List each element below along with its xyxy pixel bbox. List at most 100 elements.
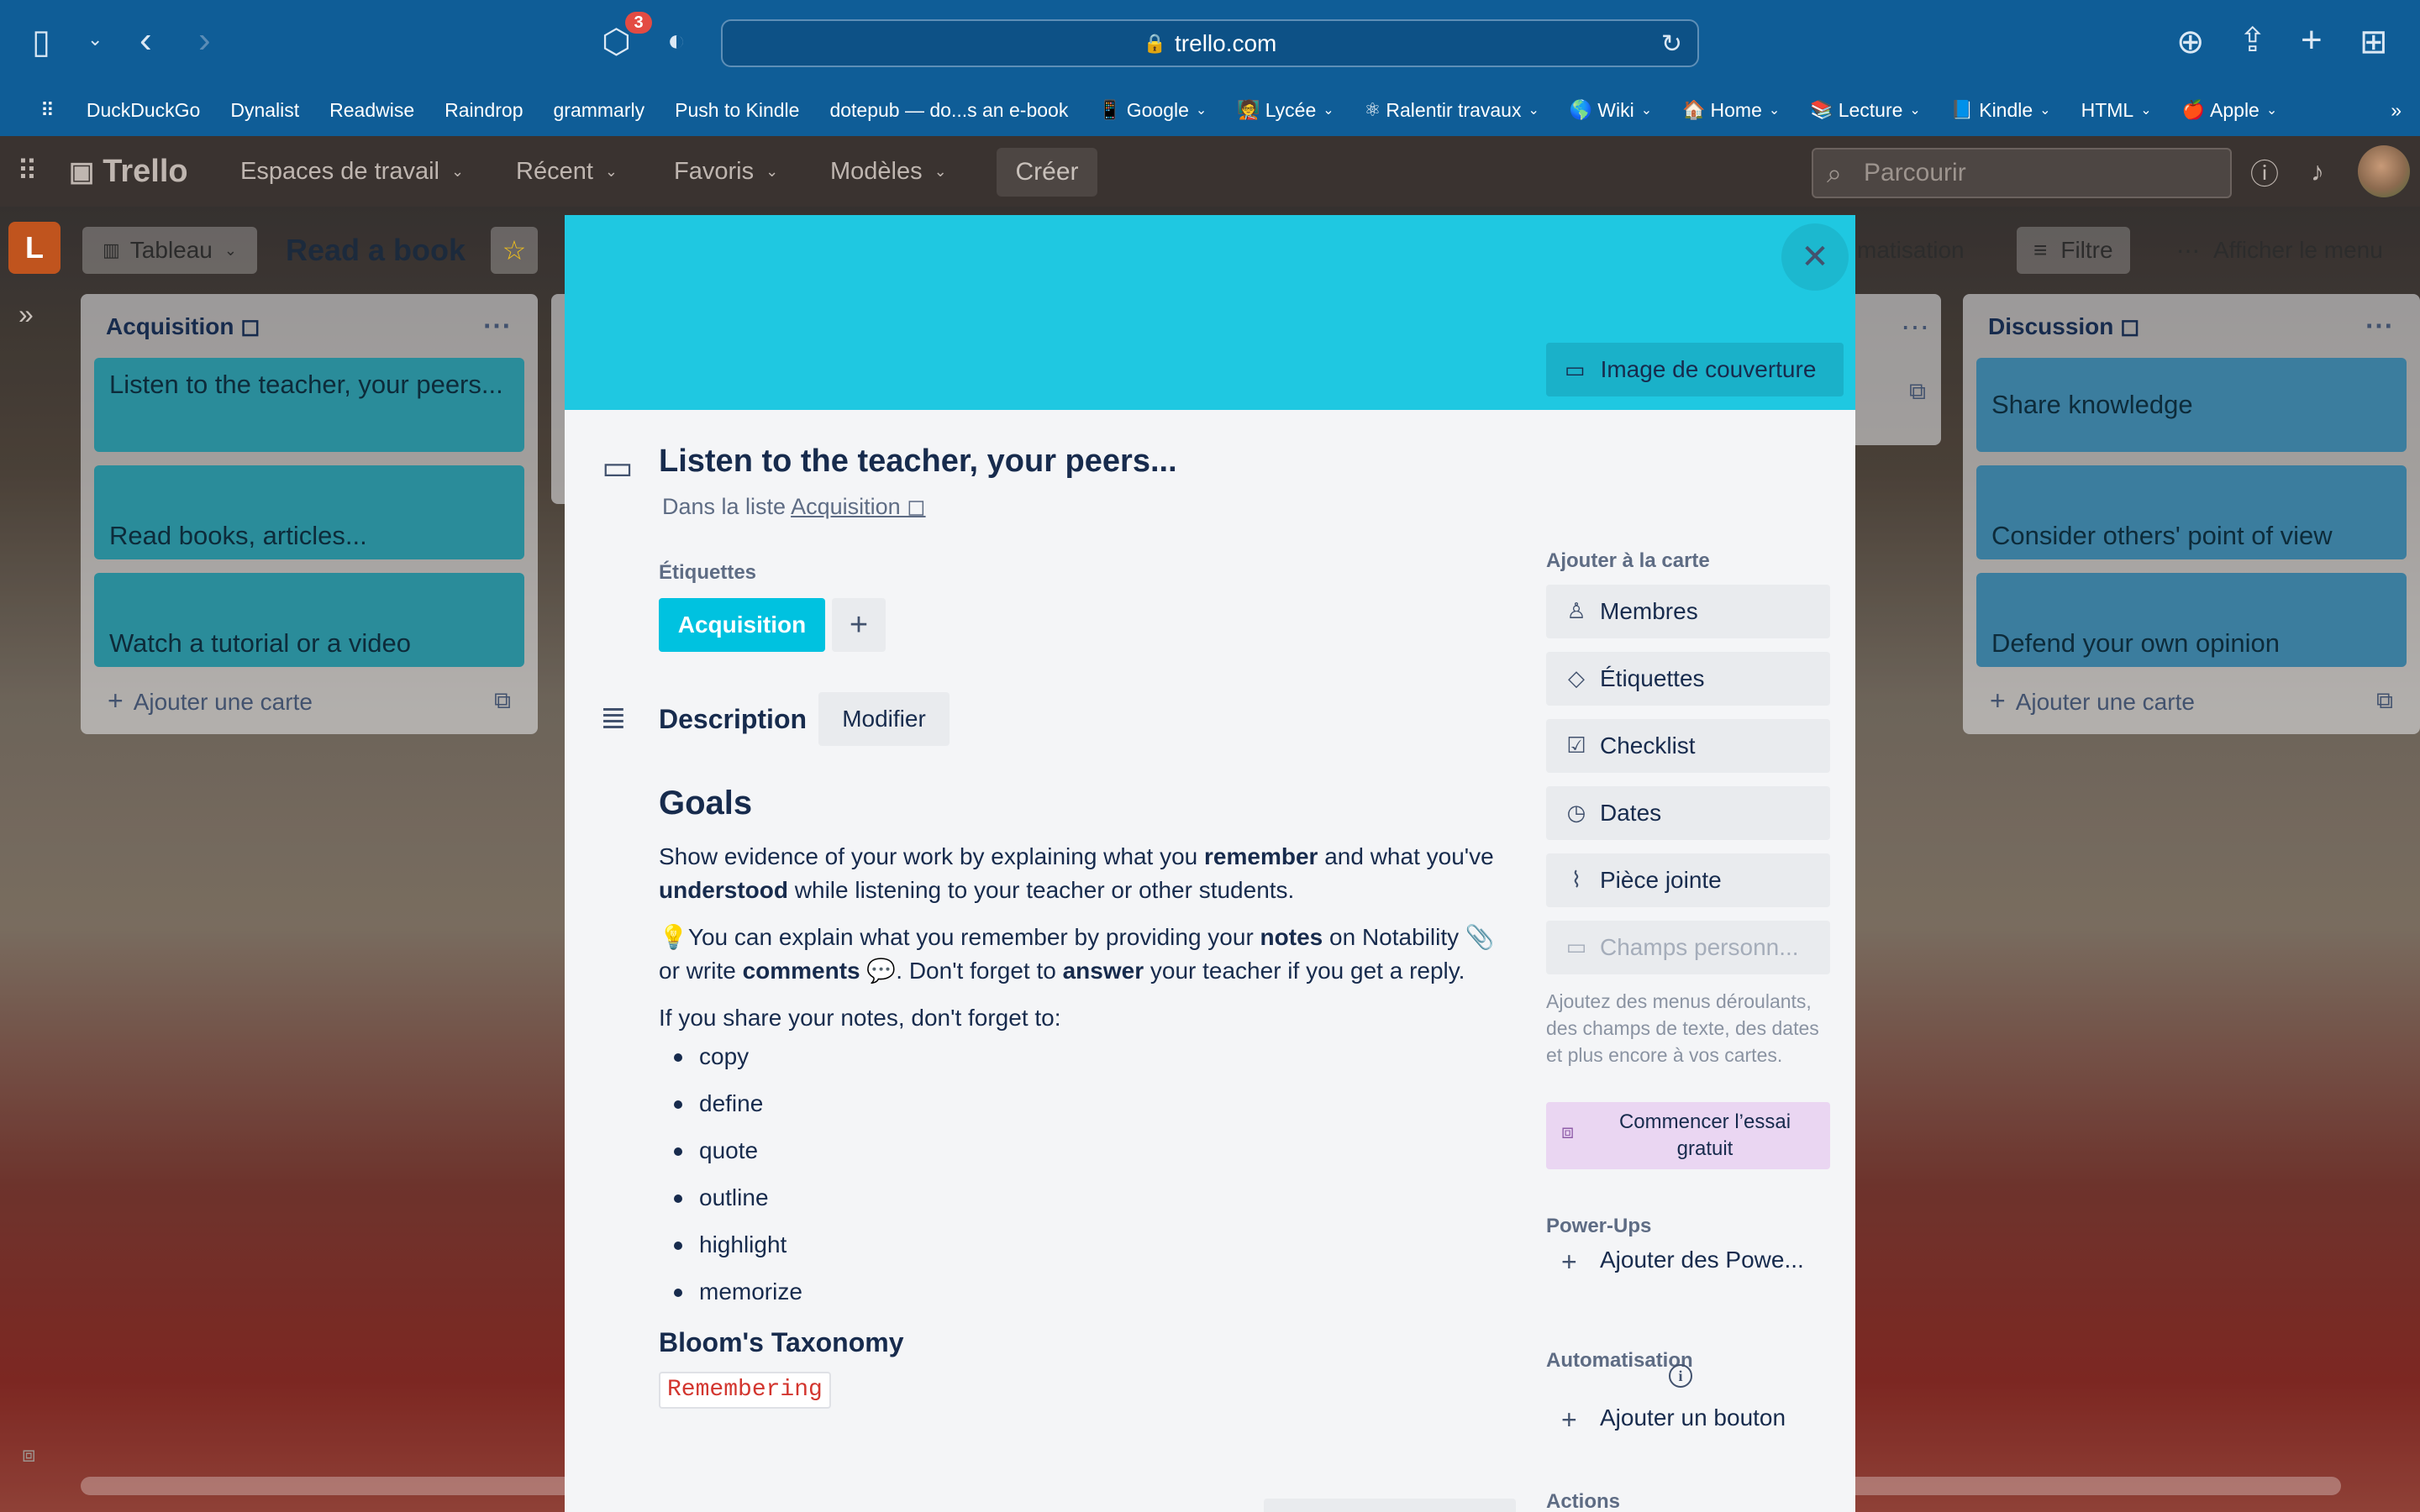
bookmark-folder-home[interactable]: 🏠 Home ⌄ xyxy=(1667,99,1795,122)
start-trial-button[interactable]: ⧈ Commencer l’essai gratuit xyxy=(1546,1102,1830,1169)
info-icon[interactable]: ⓘ xyxy=(2250,136,2279,207)
bookmark-folder-lecture[interactable]: 📚 Lecture ⌄ xyxy=(1795,99,1936,122)
cover-image-button[interactable]: ▭ Image de couverture xyxy=(1546,343,1844,396)
bookmark-readwise[interactable]: Readwise xyxy=(314,99,429,122)
description-body[interactable]: Goals Show evidence of your work by expl… xyxy=(659,783,1499,1409)
trello-logo[interactable]: ▣ Trello xyxy=(69,136,188,207)
more-bookmarks-icon[interactable]: » xyxy=(2375,99,2417,122)
card[interactable]: Read books, articles... xyxy=(94,465,524,559)
bell-icon[interactable]: ♪ xyxy=(2311,136,2324,207)
recent-menu[interactable]: Récent ⌄ xyxy=(516,136,618,207)
automation-label: matisation xyxy=(1857,237,1965,263)
card[interactable]: Share knowledge xyxy=(1976,358,2407,452)
bookmark-duckduckgo[interactable]: DuckDuckGo xyxy=(71,99,215,122)
downloads-icon[interactable]: ⊕ xyxy=(2176,25,2205,59)
briefcase-icon[interactable]: ⧈ xyxy=(22,1441,36,1468)
expand-sidebar-icon[interactable]: » xyxy=(18,299,34,330)
bookmark-folder-html[interactable]: HTML ⌄ xyxy=(2066,99,2167,122)
workspaces-label: Espaces de travail xyxy=(240,157,439,185)
chevron-down-icon[interactable]: ⌄ xyxy=(87,30,103,49)
add-powerups-button[interactable]: + Ajouter des Powe... xyxy=(1546,1235,1830,1285)
labels-button[interactable]: ◇ Étiquettes xyxy=(1546,652,1830,706)
add-card-button[interactable]: + Ajouter une carte ⧉ xyxy=(1976,667,2407,734)
bookmark-raindrop[interactable]: Raindrop xyxy=(429,99,538,122)
custom-fields-button[interactable]: ▭ Champs personn... xyxy=(1546,921,1830,974)
view-switcher[interactable]: ▥ Tableau ⌄ xyxy=(82,227,257,274)
card[interactable]: Watch a tutorial or a video xyxy=(94,573,524,667)
members-button[interactable]: ♙ Membres xyxy=(1546,585,1830,638)
avatar[interactable] xyxy=(2358,136,2410,207)
save-stub xyxy=(1264,1499,1516,1512)
back-icon[interactable]: ‹ xyxy=(139,22,152,59)
star-icon[interactable]: ☆ xyxy=(491,227,538,274)
card[interactable]: Listen to the teacher, your peers... xyxy=(94,358,524,452)
bookmark-folder-kindle[interactable]: 📘 Kindle ⌄ xyxy=(1936,99,2066,122)
template-icon[interactable]: ⧉ xyxy=(1909,378,1926,406)
template-icon[interactable]: ⧉ xyxy=(2376,687,2393,715)
template-icon[interactable]: ⧉ xyxy=(494,687,511,715)
sidebar-toggle-icon[interactable]: ▯ xyxy=(32,25,50,59)
bookmark-folder-apple[interactable]: 🍎 Apple ⌄ xyxy=(2167,99,2293,122)
bookmark-label: dotepub — do...s an e-book xyxy=(829,98,1069,121)
forward-icon: › xyxy=(198,19,211,60)
list-item: outline xyxy=(659,1179,1499,1226)
new-tab-icon[interactable]: + xyxy=(2301,22,2323,59)
list-partial-right: ⋯ ⧉ xyxy=(1849,294,1941,445)
close-icon[interactable]: ✕ xyxy=(1781,223,1849,291)
edit-description-button[interactable]: Modifier xyxy=(818,692,950,746)
board-title[interactable]: Read a book xyxy=(286,227,466,274)
workspaces-menu[interactable]: Espaces de travail ⌄ xyxy=(240,136,464,207)
card[interactable]: Consider others' point of view xyxy=(1976,465,2407,559)
create-button[interactable]: Créer xyxy=(997,148,1097,197)
chevron-down-icon: ⌄ xyxy=(1528,103,1539,118)
bookmark-label: Ralentir travaux xyxy=(1386,98,1522,121)
list-item: quote xyxy=(659,1132,1499,1179)
share-icon[interactable]: ⇪ xyxy=(2238,24,2267,57)
info-icon[interactable]: i xyxy=(1669,1364,1692,1388)
dates-button[interactable]: ◷ Dates xyxy=(1546,786,1830,840)
bookmark-dynalist[interactable]: Dynalist xyxy=(215,99,314,122)
filter-button[interactable]: ≡ Filtre xyxy=(2017,227,2130,274)
shield-icon[interactable]: ◐ xyxy=(667,25,686,55)
address-bar[interactable]: 🔒 trello.com ↻ xyxy=(721,19,1699,67)
apps-grid-icon[interactable]: ⠿ xyxy=(25,99,71,122)
label-chip[interactable]: Acquisition xyxy=(659,598,825,652)
add-card-button[interactable]: + Ajouter une carte ⧉ xyxy=(94,667,524,734)
list-menu-icon[interactable]: ⋯ xyxy=(1901,311,1929,344)
apps-grid-icon[interactable]: ⠿ xyxy=(17,136,38,207)
list-header[interactable]: Acquisition ◻ ⋯ xyxy=(94,294,524,358)
favorites-label: Favoris xyxy=(674,157,755,185)
list-menu-icon[interactable]: ⋯ xyxy=(2365,309,2395,343)
reload-icon[interactable]: ↻ xyxy=(1661,29,1682,59)
browser-toolbar: ▯ ⌄ ‹ › ⬡ 3 ◐ 🔒 trello.com ↻ ⊕ ⇪ + ⊞ xyxy=(0,0,2420,84)
card[interactable]: Defend your own opinion xyxy=(1976,573,2407,667)
list-link[interactable]: Acquisition ◻ xyxy=(791,494,925,519)
tab-overview-icon[interactable]: ⊞ xyxy=(2360,25,2388,59)
automation-button[interactable]: matisation xyxy=(1857,227,1981,274)
chevron-down-icon: ⌄ xyxy=(934,162,947,180)
add-label-button[interactable]: + xyxy=(832,598,886,652)
bookmark-folder-ralentir[interactable]: ⚛ Ralentir travaux ⌄ xyxy=(1349,99,1555,122)
bookmark-label: Lecture xyxy=(1838,98,1903,121)
bloom-heading: Bloom's Taxonomy xyxy=(659,1327,904,1357)
list-menu-icon[interactable]: ⋯ xyxy=(482,309,513,343)
bookmark-folder-wiki[interactable]: 🌎 Wiki ⌄ xyxy=(1555,99,1667,122)
bookmark-grammarly[interactable]: grammarly xyxy=(539,99,660,122)
labels-label: Étiquettes xyxy=(1600,665,1705,691)
attachment-button[interactable]: ⌇ Pièce jointe xyxy=(1546,853,1830,907)
bookmark-dotepub[interactable]: dotepub — do...s an e-book xyxy=(814,99,1083,122)
list-item: memorize xyxy=(659,1273,1499,1320)
workspace-avatar[interactable]: L xyxy=(8,222,60,274)
bookmark-folder-google[interactable]: 📱 Google ⌄ xyxy=(1083,99,1222,122)
card-title[interactable]: Listen to the teacher, your peers... xyxy=(659,444,1177,480)
add-button-button[interactable]: + Ajouter un bouton xyxy=(1546,1393,1830,1443)
show-menu-button[interactable]: ⋯ Afficher le menu xyxy=(2160,227,2400,274)
checklist-button[interactable]: ☑ Checklist xyxy=(1546,719,1830,773)
bookmark-folder-lycee[interactable]: 🧑‍🏫 Lycée ⌄ xyxy=(1222,99,1349,122)
favorites-menu[interactable]: Favoris ⌄ xyxy=(674,136,778,207)
bookmark-push-to-kindle[interactable]: Push to Kindle xyxy=(660,99,814,122)
search-input[interactable]: ⌕ Parcourir xyxy=(1812,148,2232,198)
templates-menu[interactable]: Modèles ⌄ xyxy=(830,136,947,207)
extension-box-icon[interactable]: ⬡ xyxy=(602,25,631,59)
list-header[interactable]: Discussion ◻ ⋯ xyxy=(1976,294,2407,358)
